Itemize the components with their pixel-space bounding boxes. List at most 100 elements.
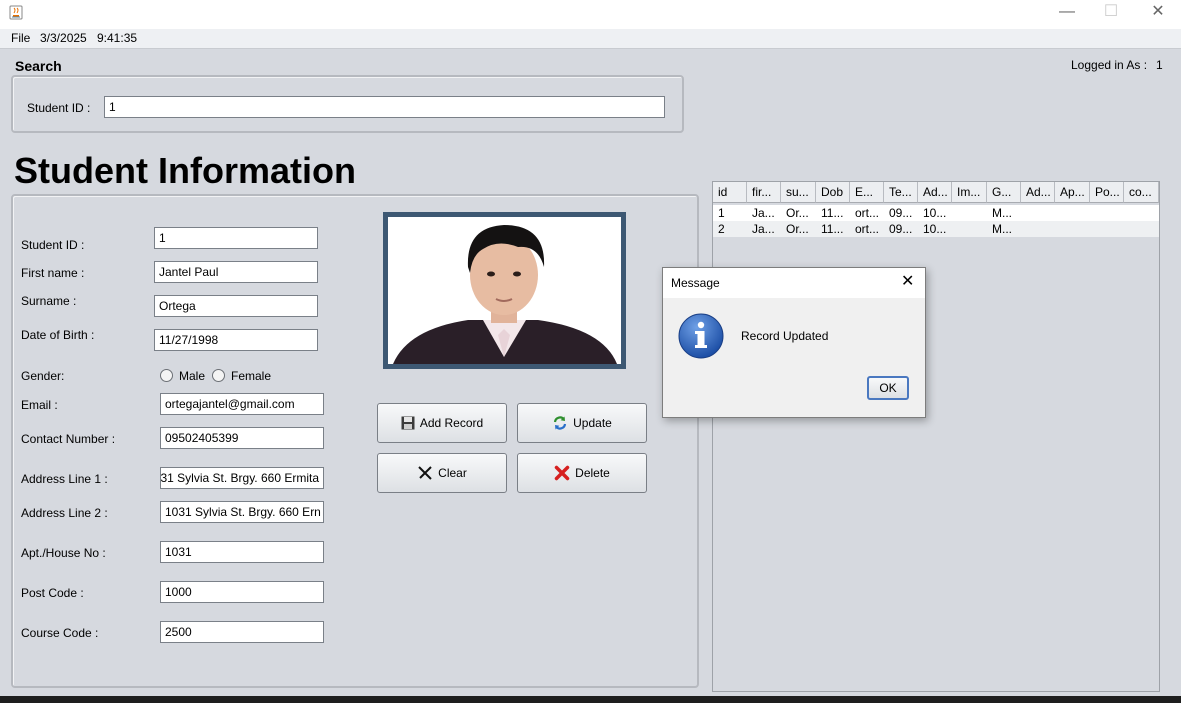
address-line1-label: Address Line 1 : — [21, 472, 108, 486]
apt-house-label: Apt./House No : — [21, 546, 106, 560]
column-header[interactable]: Dob — [816, 182, 850, 203]
address-line2-label: Address Line 2 : — [21, 506, 108, 520]
refresh-icon — [554, 416, 567, 430]
update-label: Update — [573, 416, 612, 430]
window-title-bar: — ☐ ✕ — [0, 0, 1181, 29]
student-photo-frame — [383, 212, 626, 369]
surname-input[interactable]: Ortega — [154, 295, 318, 317]
gender-male-radio[interactable] — [160, 369, 173, 382]
dialog-title-bar: Message ✕ — [663, 268, 925, 298]
column-header[interactable]: Po... — [1090, 182, 1124, 203]
gender-female-label[interactable]: Female — [231, 369, 271, 383]
java-cup-icon — [9, 5, 23, 20]
menu-bar: File 3/3/2025 9:41:35 — [0, 29, 1181, 49]
dialog-close-icon[interactable]: ✕ — [901, 273, 914, 291]
search-student-id-label: Student ID : — [27, 101, 91, 115]
table-row[interactable]: 1 Ja... Or... 11... ort... 09... 10... M… — [713, 205, 1159, 221]
table-cell: Or... — [786, 222, 809, 236]
table-cell: 11... — [821, 206, 844, 220]
close-button[interactable]: ✕ — [1146, 3, 1170, 21]
table-cell: Ja... — [752, 206, 775, 220]
first-name-input[interactable]: Jantel Paul — [154, 261, 318, 283]
course-code-label: Course Code : — [21, 626, 99, 640]
add-record-label: Add Record — [419, 416, 484, 430]
table-cell: 1 — [718, 206, 725, 220]
delete-x-icon — [554, 465, 570, 481]
table-header: id fir... su... Dob E... Te... Ad... Im.… — [713, 182, 1159, 203]
dob-input[interactable]: 11/27/1998 — [154, 329, 318, 351]
search-student-id-input[interactable]: 1 — [104, 96, 665, 118]
column-header[interactable]: Ap... — [1055, 182, 1090, 203]
table-cell — [1090, 221, 1124, 237]
post-code-label: Post Code : — [21, 586, 84, 600]
table-cell — [952, 221, 987, 237]
logged-in-label: Logged in As : — [1071, 58, 1148, 72]
gender-male-label[interactable]: Male — [179, 369, 205, 383]
post-code-input[interactable]: 1000 — [160, 581, 324, 603]
column-header[interactable]: su... — [781, 182, 816, 203]
gender-female-radio[interactable] — [212, 369, 225, 382]
table-cell — [1055, 221, 1090, 237]
column-header[interactable]: id — [713, 182, 747, 203]
column-header[interactable]: Im... — [952, 182, 987, 203]
table-cell: M... — [992, 206, 1012, 220]
dialog-message: Record Updated — [741, 329, 829, 343]
surname-label: Surname : — [21, 294, 77, 308]
course-code-input[interactable]: 2500 — [160, 621, 324, 643]
address-line1-input[interactable]: 31 Sylvia St. Brgy. 660 Ermita — [160, 467, 324, 489]
table-cell — [1055, 205, 1090, 221]
table-cell: 2 — [718, 222, 725, 236]
ok-button[interactable]: OK — [867, 376, 909, 400]
column-header[interactable]: E... — [850, 182, 884, 203]
save-disk-icon — [401, 416, 415, 430]
ok-label: OK — [879, 381, 897, 395]
apt-house-input[interactable]: 1031 — [160, 541, 324, 563]
email-input[interactable]: ortegajantel@gmail.com — [160, 393, 324, 415]
column-header[interactable]: Ad... — [918, 182, 952, 203]
table-cell: 09... — [889, 206, 913, 220]
logged-in-user: 1 — [1156, 58, 1163, 72]
add-record-button[interactable]: Add Record — [377, 403, 507, 443]
table-cell — [1021, 221, 1055, 237]
table-cell — [1090, 205, 1124, 221]
dialog-title: Message — [671, 276, 720, 290]
table-cell: Or... — [786, 206, 809, 220]
student-id-label: Student ID : — [21, 238, 85, 252]
search-title: Search — [15, 58, 62, 74]
update-button[interactable]: Update — [517, 403, 647, 443]
minimize-button[interactable]: — — [1055, 3, 1079, 21]
student-photo — [388, 217, 621, 364]
table-cell: M... — [992, 222, 1012, 236]
dob-label: Date of Birth : — [21, 328, 95, 342]
clear-button[interactable]: Clear — [377, 453, 507, 493]
table-cell — [1021, 205, 1055, 221]
delete-button[interactable]: Delete — [517, 453, 647, 493]
table-cell: 10... — [923, 222, 947, 236]
table-cell: 10... — [923, 206, 947, 220]
column-header[interactable]: Ad... — [1021, 182, 1055, 203]
clear-label: Clear — [438, 466, 467, 480]
contact-number-label: Contact Number : — [21, 432, 116, 446]
table-cell — [1124, 205, 1159, 221]
table-cell — [1124, 221, 1159, 237]
address-line2-input[interactable]: 1031 Sylvia St. Brgy. 660 Ern — [160, 501, 324, 523]
column-header[interactable]: fir... — [747, 182, 781, 203]
contact-number-input[interactable]: 09502405399 — [160, 427, 324, 449]
column-header[interactable]: Te... — [884, 182, 918, 203]
table-cell: ort... — [855, 222, 880, 236]
table-cell: Ja... — [752, 222, 775, 236]
table-cell — [952, 205, 987, 221]
table-row[interactable]: 2 Ja... Or... 11... ort... 09... 10... M… — [713, 221, 1159, 237]
menu-file[interactable]: File — [11, 31, 30, 45]
column-header[interactable]: G... — [987, 182, 1021, 203]
students-table[interactable]: id fir... su... Dob E... Te... Ad... Im.… — [712, 181, 1160, 692]
column-header[interactable]: co... — [1124, 182, 1159, 203]
clear-x-icon — [418, 466, 432, 480]
page-title: Student Information — [14, 150, 356, 191]
info-icon — [678, 313, 724, 359]
student-id-input[interactable]: 1 — [154, 227, 318, 249]
email-label: Email : — [21, 398, 58, 412]
maximize-button[interactable]: ☐ — [1099, 3, 1123, 21]
menu-date: 3/3/2025 — [40, 31, 87, 45]
message-dialog: Message ✕ Record Updated OK — [662, 267, 926, 418]
